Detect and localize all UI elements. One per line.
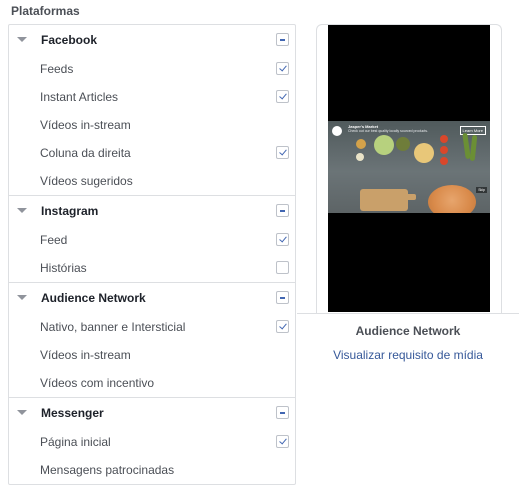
group-header-messenger[interactable]: Messenger	[9, 398, 295, 428]
group-header-facebook[interactable]: Facebook	[9, 25, 295, 55]
placement-item[interactable]: Feed	[9, 226, 295, 254]
placement-label: Mensagens patrocinadas	[40, 463, 175, 477]
group-label: Audience Network	[41, 291, 146, 305]
placement-item[interactable]: Histórias	[9, 254, 295, 282]
zucchini-image	[469, 134, 478, 162]
tomato-image	[440, 146, 448, 154]
ad-text: Check out our best quality locally sourc…	[348, 129, 428, 133]
chevron-down-icon[interactable]	[17, 295, 27, 300]
placement-item[interactable]: Vídeos in-stream	[9, 341, 295, 369]
group-audience-network: Audience Network Nativo, banner e Inters…	[9, 282, 295, 397]
advertiser-logo-icon	[332, 126, 342, 136]
tomato-image	[440, 135, 448, 143]
cabbage-image	[374, 135, 394, 155]
preview-caption: Audience Network	[355, 324, 461, 338]
placement-item[interactable]: Nativo, banner e Intersticial	[9, 313, 295, 341]
placement-item[interactable]: Mensagens patrocinadas	[9, 456, 295, 484]
placement-label: Histórias	[40, 261, 87, 275]
platforms-panel: Facebook Feeds Instant Articles Vídeos i…	[8, 24, 296, 485]
placement-checkbox[interactable]	[276, 233, 289, 246]
placement-checkbox[interactable]	[276, 62, 289, 75]
placement-item[interactable]: Instant Articles	[9, 83, 295, 111]
pasta-image	[414, 143, 434, 163]
placement-label: Vídeos in-stream	[40, 348, 131, 362]
group-label: Messenger	[41, 406, 104, 420]
tomato-image	[440, 157, 448, 165]
chevron-down-icon[interactable]	[17, 410, 27, 415]
placement-label: Vídeos com incentivo	[40, 376, 155, 390]
placement-checkbox[interactable]	[276, 261, 289, 274]
group-checkbox-messenger[interactable]	[276, 406, 289, 419]
chevron-down-icon[interactable]	[17, 208, 27, 213]
placement-checkbox[interactable]	[276, 320, 289, 333]
group-label: Instagram	[41, 204, 99, 218]
placement-item[interactable]: Vídeos com incentivo	[9, 369, 295, 397]
cutting-board-image	[360, 189, 408, 211]
group-checkbox-audience-network[interactable]	[276, 291, 289, 304]
placement-item[interactable]: Vídeos sugeridos	[9, 167, 295, 195]
group-facebook: Facebook Feeds Instant Articles Vídeos i…	[9, 25, 295, 195]
group-checkbox-instagram[interactable]	[276, 204, 289, 217]
placement-label: Feed	[40, 233, 68, 247]
preview-video: Jasper's Market Check out our best quali…	[328, 121, 490, 213]
section-title: Plataformas	[11, 4, 80, 18]
group-checkbox-facebook[interactable]	[276, 33, 289, 46]
placement-label: Vídeos sugeridos	[40, 174, 133, 188]
media-requirements-link[interactable]: Visualizar requisito de mídia	[297, 348, 519, 362]
placement-checkbox[interactable]	[276, 90, 289, 103]
ad-skip-button: Skip	[476, 187, 487, 193]
placement-item[interactable]: Vídeos in-stream	[9, 111, 295, 139]
placement-item[interactable]: Feeds	[9, 55, 295, 83]
group-label: Facebook	[41, 33, 98, 47]
placement-checkbox[interactable]	[276, 435, 289, 448]
placement-label: Página inicial	[40, 435, 111, 449]
chevron-down-icon[interactable]	[17, 37, 27, 42]
pot-image	[428, 185, 476, 213]
placement-label: Nativo, banner e Intersticial	[40, 320, 186, 334]
placement-item[interactable]: Página inicial	[9, 428, 295, 456]
preview-screen: Jasper's Market Check out our best quali…	[328, 25, 490, 312]
bowl-image	[356, 139, 366, 149]
group-header-audience-network[interactable]: Audience Network	[9, 283, 295, 313]
placement-label: Instant Articles	[40, 90, 119, 104]
placement-label: Coluna da direita	[40, 146, 131, 160]
placement-label: Feeds	[40, 62, 74, 76]
cutting-board-handle-image	[404, 194, 416, 200]
preview-divider	[297, 313, 519, 314]
bowl-image	[356, 153, 364, 161]
placement-item[interactable]: Coluna da direita	[9, 139, 295, 167]
group-messenger: Messenger Página inicial Mensagens patro…	[9, 397, 295, 484]
group-instagram: Instagram Feed Histórias	[9, 195, 295, 282]
placement-preview-phone: Jasper's Market Check out our best quali…	[316, 24, 502, 313]
group-header-instagram[interactable]: Instagram	[9, 196, 295, 226]
placement-label: Vídeos in-stream	[40, 118, 131, 132]
placement-checkbox[interactable]	[276, 146, 289, 159]
olives-image	[396, 137, 410, 151]
